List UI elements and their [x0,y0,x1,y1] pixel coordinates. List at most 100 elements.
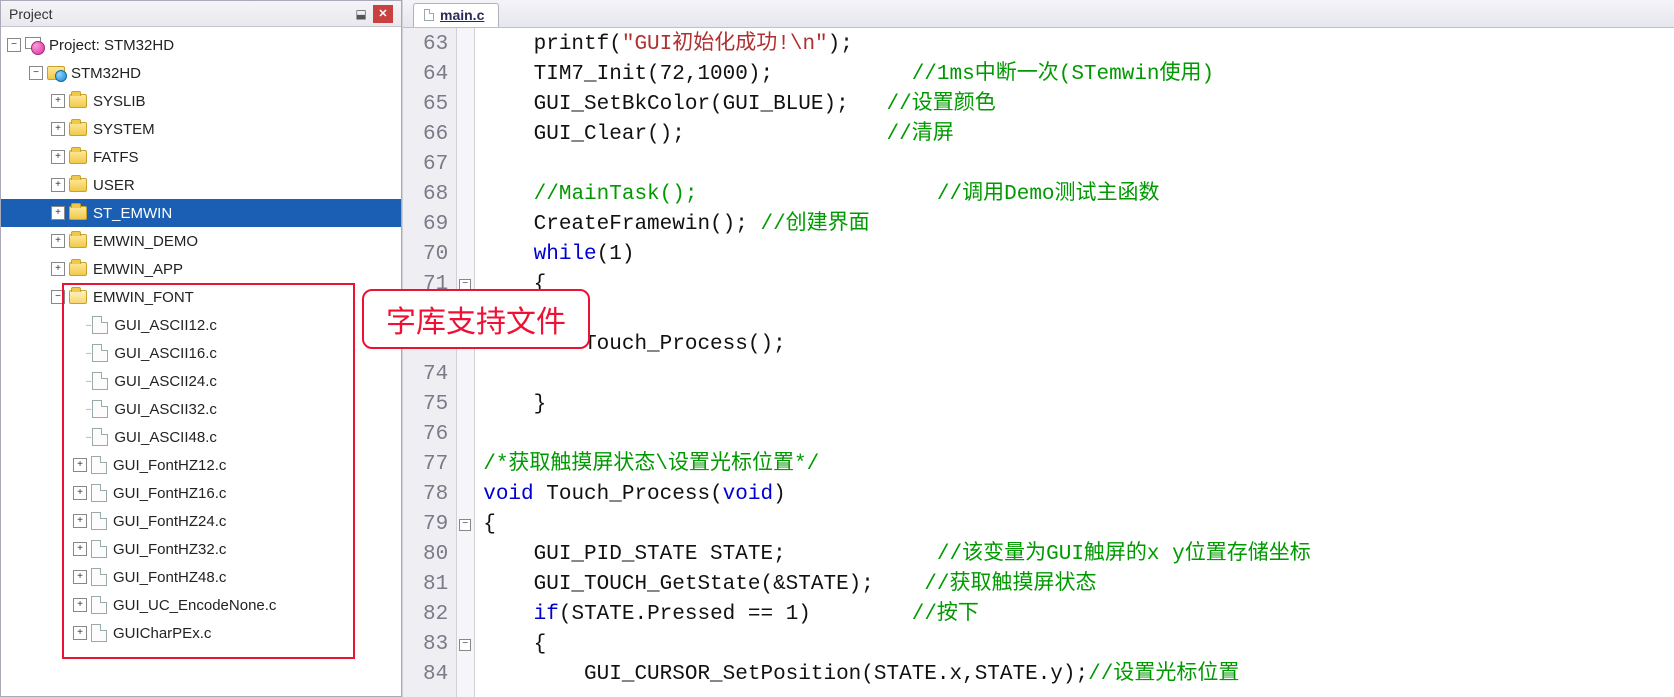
tree-item-label: FATFS [93,149,139,166]
tree-file[interactable]: GUI_UC_EncodeNone.c [1,591,401,619]
tree-file[interactable]: GUI_FontHZ48.c [1,563,401,591]
project-tree[interactable]: Project: STM32HD STM32HD SYSLIB SYSTEM FATFS… [1,27,401,696]
file-icon [91,596,107,614]
fold-toggle[interactable]: − [459,279,471,291]
expander-icon[interactable] [51,178,65,192]
tree-file[interactable]: GUI_FontHZ12.c [1,451,401,479]
line-number: 64 [423,60,448,90]
expander-icon[interactable] [51,122,65,136]
expander-icon[interactable] [51,262,65,276]
code-line[interactable]: { [483,270,1666,300]
expander-icon[interactable] [73,458,87,472]
close-button[interactable]: ✕ [373,5,393,23]
tree-file[interactable]: ···· GUI_ASCII32.c [1,395,401,423]
line-number-gutter: 6364656667686970717273747576777879808182… [403,28,457,697]
code-line[interactable]: while(1) [483,240,1666,270]
expander-icon[interactable] [51,234,65,248]
code-line[interactable]: GUI_CURSOR_SetPosition(STATE.x,STATE.y);… [483,660,1666,690]
tree-file[interactable]: GUICharPEx.c [1,619,401,647]
code-line[interactable]: GUI_PID_STATE STATE; //该变量为GUI触屏的x y位置存储… [483,540,1666,570]
code-line[interactable] [483,360,1666,390]
code-line[interactable]: TIM7_Init(72,1000); //1ms中断一次(STemwin使用) [483,60,1666,90]
tab-main-c[interactable]: main.c [413,3,499,27]
tree-connector: ···· [85,376,90,387]
code-line[interactable]: void Touch_Process(void) [483,480,1666,510]
expander-icon[interactable] [7,38,21,52]
code-line[interactable]: } [483,390,1666,420]
folder-icon [69,178,87,192]
code-line[interactable]: CreateFramewin(); //创建界面 [483,210,1666,240]
tree-folder-emwin_demo[interactable]: EMWIN_DEMO [1,227,401,255]
code-line[interactable]: GUI_TOUCH_GetState(&STATE); //获取触摸屏状态 [483,570,1666,600]
code-line[interactable]: /*获取触摸屏状态\设置光标位置*/ [483,450,1666,480]
code-line[interactable]: { [483,510,1666,540]
folder-icon [69,234,87,248]
file-icon [91,456,107,474]
tree-root[interactable]: Project: STM32HD [1,31,401,59]
expander-icon[interactable] [51,206,65,220]
tree-item-label: STM32HD [71,65,141,82]
tree-item-label: GUI_FontHZ12.c [113,457,226,474]
code-line[interactable]: printf("GUI初始化成功!\n"); [483,30,1666,60]
pin-button[interactable]: ⬓ [351,5,371,23]
line-number: 74 [423,360,448,390]
expander-icon[interactable] [51,290,65,304]
expander-icon[interactable] [73,598,87,612]
expander-icon[interactable] [29,66,43,80]
file-icon [92,372,108,390]
fold-toggle[interactable]: − [459,639,471,651]
code-line[interactable]: Touch_Process(); [483,330,1666,360]
code-line[interactable]: //MainTask(); //调用Demo测试主函数 [483,180,1666,210]
code-area[interactable]: 6364656667686970717273747576777879808182… [403,28,1674,697]
expander-icon[interactable] [73,626,87,640]
tree-file[interactable]: ····GUI_ASCII16.c [1,339,401,367]
file-icon [91,624,107,642]
line-number: 83 [423,630,448,660]
line-number: 78 [423,480,448,510]
tree-folder-emwin_font[interactable]: EMWIN_FONT [1,283,401,311]
code-line[interactable]: { [483,630,1666,660]
tab-bar: main.c [403,0,1674,28]
tree-file[interactable]: GUI_FontHZ24.c [1,507,401,535]
line-number: 79 [423,510,448,540]
tree-folder-user[interactable]: USER [1,171,401,199]
expander-icon[interactable] [73,542,87,556]
tree-file[interactable]: ····GUI_ASCII24.c [1,367,401,395]
tree-item-label: SYSTEM [93,121,155,138]
tree-folder-st_emwin[interactable]: ST_EMWIN [1,199,401,227]
code-line[interactable] [483,300,1666,330]
tree-folder-fatfs[interactable]: FATFS [1,143,401,171]
file-icon [91,484,107,502]
tree-file[interactable]: ····GUI_ASCII12.c [1,311,401,339]
line-number: 80 [423,540,448,570]
line-number: 63 [423,30,448,60]
code-line[interactable] [483,150,1666,180]
tree-folder-system[interactable]: SYSTEM [1,115,401,143]
tree-item-label: EMWIN_FONT [93,289,194,306]
code-line[interactable]: GUI_SetBkColor(GUI_BLUE); //设置颜色 [483,90,1666,120]
file-icon [92,316,108,334]
tree-file[interactable]: GUI_FontHZ32.c [1,535,401,563]
code-content[interactable]: printf("GUI初始化成功!\n"); TIM7_Init(72,1000… [475,28,1674,697]
expander-icon[interactable] [51,150,65,164]
tree-folder-syslib[interactable]: SYSLIB [1,87,401,115]
tree-file[interactable]: GUI_FontHZ16.c [1,479,401,507]
expander-icon[interactable] [73,514,87,528]
tree-project[interactable]: STM32HD [1,59,401,87]
tree-item-label: GUICharPEx.c [113,625,211,642]
tree-item-label: GUI_ASCII32.c [114,401,217,418]
file-icon [92,344,108,362]
tree-folder-emwin_app[interactable]: EMWIN_APP [1,255,401,283]
code-line[interactable] [483,420,1666,450]
tree-item-label: GUI_FontHZ48.c [113,569,226,586]
expander-icon[interactable] [51,94,65,108]
expander-icon[interactable] [73,570,87,584]
folder-icon [69,290,87,304]
expander-icon[interactable] [73,486,87,500]
line-number: 76 [423,420,448,450]
code-line[interactable]: GUI_Clear(); //清屏 [483,120,1666,150]
tree-connector: ···· [85,404,90,415]
fold-toggle[interactable]: − [459,519,471,531]
tree-file[interactable]: ····GUI_ASCII48.c [1,423,401,451]
code-line[interactable]: if(STATE.Pressed == 1) //按下 [483,600,1666,630]
